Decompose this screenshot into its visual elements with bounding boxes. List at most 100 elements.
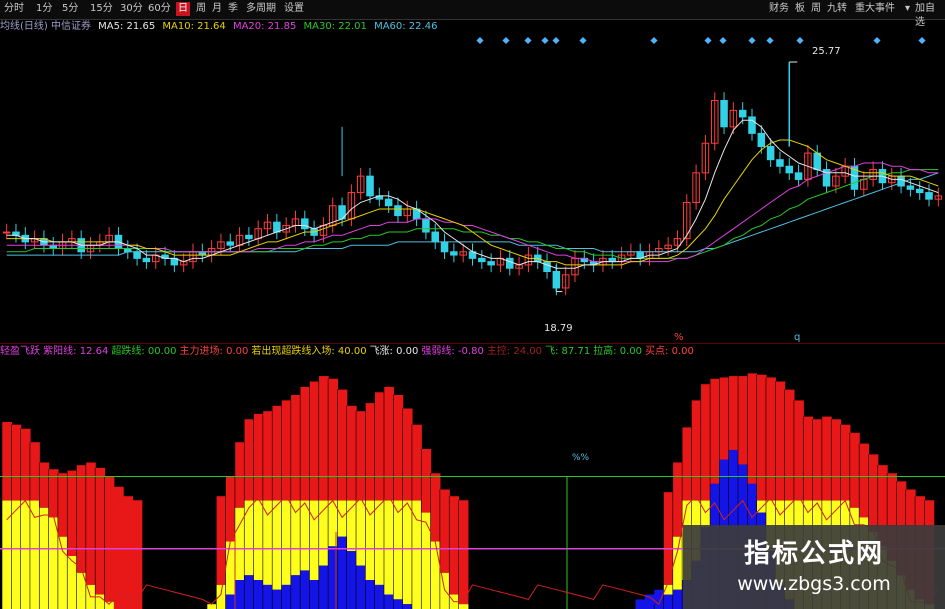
- indicator-legend-item: 飞涨: 0.00: [369, 346, 419, 357]
- candle-body: [394, 205, 402, 217]
- indicator-yellow-bar: [206, 604, 217, 609]
- candle-body: [720, 99, 728, 128]
- indicator-yellow-bar: [300, 500, 311, 571]
- indicator-blue-bar: [328, 546, 339, 609]
- indicator-red-bar: [784, 389, 795, 501]
- candle-body: [422, 218, 430, 233]
- indicator-yellow-bar: [411, 500, 422, 609]
- indicator-blue-bar: [290, 575, 301, 609]
- indicator-yellow-bar: [402, 500, 413, 605]
- indicator-yellow-bar: [309, 500, 320, 581]
- indicator-yellow-bar: [244, 500, 255, 576]
- indicator-blue-bar: [346, 551, 357, 609]
- indicator-red-bar: [765, 377, 776, 501]
- indicator-red-bar: [253, 413, 264, 501]
- indicator-red-bar: [793, 400, 804, 501]
- indicator-red-bar: [868, 454, 879, 532]
- indicator-yellow-bar: [430, 541, 441, 609]
- signal-diamond: [476, 36, 484, 45]
- indicator-red-bar: [421, 448, 432, 513]
- candle-body: [450, 251, 458, 256]
- indicator-red-bar: [439, 489, 450, 573]
- indicator-blue-bar: [356, 565, 366, 609]
- indicator-red-bar: [244, 419, 255, 501]
- candle-body: [925, 192, 933, 200]
- indicator-red-bar: [383, 386, 394, 501]
- indicator-blue-bar: [402, 604, 413, 609]
- indicator-blue-bar: [234, 580, 245, 609]
- indicator-red-bar: [374, 392, 385, 501]
- indicator-red-bar: [821, 416, 832, 501]
- indicator-blue-bar: [365, 580, 376, 609]
- indicator-red-bar: [411, 424, 422, 501]
- candle-body: [906, 185, 915, 190]
- indicator-blue-bar: [663, 594, 674, 609]
- indicator-yellow-bar: [57, 536, 68, 609]
- candle-body: [785, 165, 794, 174]
- indicator-legend-item: 拉高: 0.00: [593, 346, 643, 357]
- indicator-blue-bar: [244, 575, 255, 609]
- indicator-yellow-bar: [281, 500, 292, 585]
- indicator-blue-bar: [225, 594, 236, 609]
- indicator-red-bar: [682, 427, 693, 501]
- signal-diamond: [579, 36, 587, 45]
- indicator-yellow-bar: [374, 500, 385, 585]
- candle-body: [431, 231, 439, 243]
- indicator-blue-bar: [281, 584, 292, 609]
- signal-diamond: [748, 36, 756, 45]
- signal-diamond: [552, 36, 560, 45]
- indicator-blue-bar: [272, 589, 283, 609]
- candle-body: [915, 188, 924, 194]
- indicator-red-bar: [281, 400, 292, 501]
- indicator-red-bar: [691, 400, 702, 501]
- indicator-yellow-bar: [20, 500, 31, 609]
- watermark: 指标公式网 www.zbgs3.com: [683, 525, 945, 609]
- indicator-blue-bar: [253, 580, 264, 609]
- candle-body: [766, 146, 775, 161]
- indicator-yellow-bar: [2, 500, 12, 609]
- candle-body: [384, 198, 393, 207]
- indicator-red-bar: [104, 475, 115, 602]
- price-chart[interactable]: 25.77 18.79 % q: [0, 0, 945, 344]
- candle-body: [301, 218, 309, 230]
- candle-body: [245, 234, 253, 240]
- candle-body: [273, 221, 281, 233]
- candle-body: [813, 152, 821, 171]
- indicator-red-bar: [458, 500, 469, 605]
- candle-body: [487, 261, 495, 266]
- candle-body: [897, 175, 905, 187]
- indicator-legend-item: 买点: 0.00: [645, 346, 694, 357]
- indicator-red-bar: [318, 376, 329, 501]
- indicator-red-bar: [123, 496, 134, 609]
- indicator-yellow-bar: [365, 500, 376, 581]
- indicator-yellow-bar: [383, 500, 394, 595]
- signal-diamond: [541, 36, 549, 45]
- indicator-red-bar: [803, 416, 814, 501]
- indicator-red-bar: [29, 442, 40, 501]
- candle-body: [748, 116, 756, 134]
- indicator-red-bar: [812, 419, 823, 501]
- indicator-blue-bar: [654, 589, 665, 609]
- indicator-legend-item: 若出现超跌线入场: 40.00: [251, 346, 367, 357]
- signal-diamond: [704, 36, 712, 45]
- indicator-yellow-bar: [458, 604, 469, 609]
- signal-diamond: [796, 36, 804, 45]
- indicator-blue-bar: [393, 599, 404, 609]
- candle-body: [757, 132, 766, 148]
- indicator-legend-item: 超跌线: 00.00: [111, 346, 177, 357]
- indicator-red-bar: [337, 389, 348, 501]
- indicator-yellow-bar: [421, 512, 432, 609]
- candle-body: [478, 257, 486, 263]
- signal-diamond: [766, 36, 774, 45]
- indicator-legend-item: 主控: 24.00: [486, 346, 542, 357]
- candle-body: [738, 109, 747, 118]
- indicator-yellow-bar: [393, 500, 404, 600]
- indicator-red-bar: [95, 467, 106, 595]
- indicator-red-bar: [430, 473, 441, 542]
- candle-body: [794, 172, 803, 180]
- indicator-blue-bar: [337, 536, 348, 609]
- indicator-red-bar: [262, 411, 273, 501]
- indicator-yellow-bar: [253, 500, 264, 581]
- signal-diamond: [524, 36, 532, 45]
- indicator-red-bar: [700, 384, 711, 501]
